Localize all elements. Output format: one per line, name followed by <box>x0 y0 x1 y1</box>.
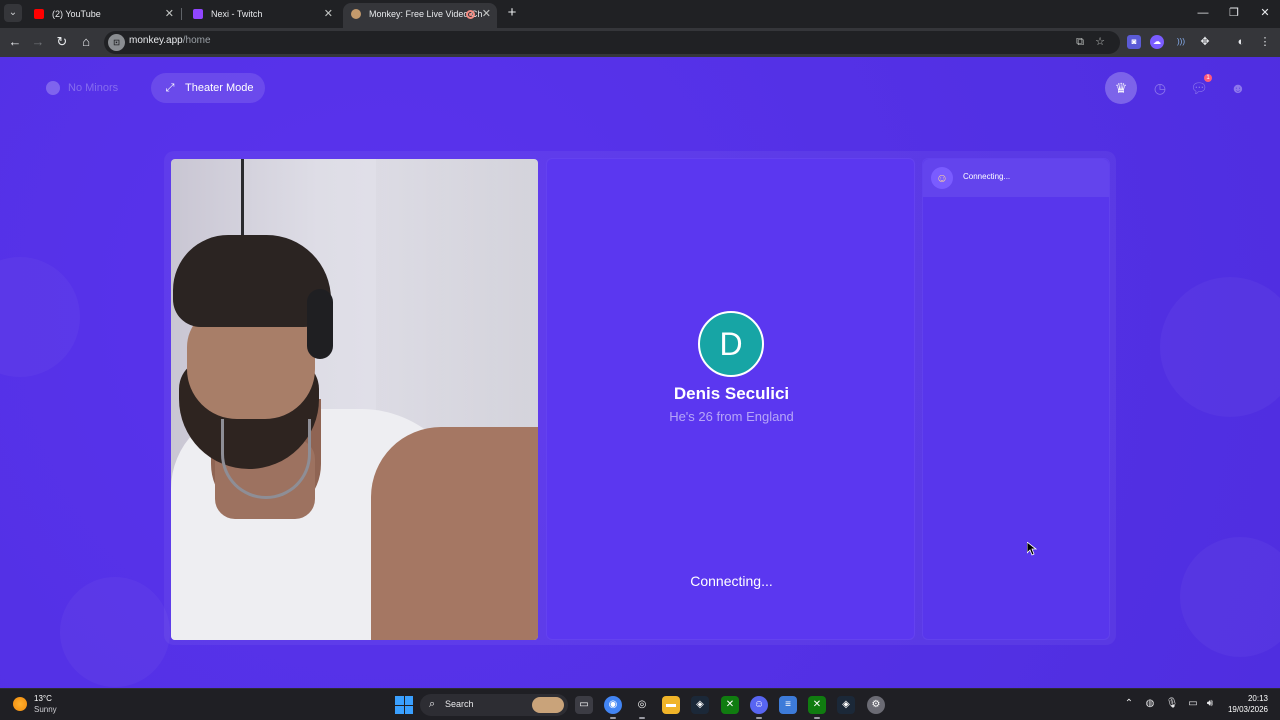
site-info-icon[interactable]: ⊡ <box>108 34 125 51</box>
tab-monkey[interactable]: Monkey: Free Live Video Ch ✕ <box>343 3 497 28</box>
notepad-icon[interactable]: ≡ <box>779 696 797 714</box>
monkey-profile-icon[interactable]: ☻ <box>1222 72 1254 104</box>
windows-taskbar: 13°C Sunny ⌕ Search ▭ ◉ ◎ ▬ ◈ ✕ ☺ ≡ ✕ ◈ … <box>0 688 1280 720</box>
no-minors-toggle[interactable]: No Minors <box>34 73 130 103</box>
sun-weather-icon[interactable] <box>13 697 27 711</box>
settings-gear-icon[interactable]: ⚙ <box>867 696 885 714</box>
cast-icon[interactable]: ⧉ <box>1073 35 1087 49</box>
profile-icon[interactable]: ◐ <box>1234 35 1248 49</box>
remote-user-subtitle: He's 26 from England <box>669 409 794 424</box>
forward-arrow-icon[interactable]: → <box>29 33 47 51</box>
twitch-icon <box>193 9 203 19</box>
history-clock-icon[interactable]: ◷ <box>1144 72 1176 104</box>
extension-audio-icon[interactable]: ))) <box>1174 35 1188 49</box>
youtube-icon <box>34 9 44 19</box>
windows-start-icon[interactable] <box>395 696 413 714</box>
microphone-icon[interactable]: 🎙︎ <box>1165 698 1179 709</box>
menu-kebab-icon[interactable]: ⋮ <box>1258 35 1272 49</box>
mouse-cursor-icon <box>1027 542 1037 556</box>
background-blob <box>60 577 170 687</box>
tray-overflow-chevron-icon[interactable]: ⌃ <box>1122 698 1136 709</box>
steam-app-icon[interactable]: ◈ <box>837 696 855 714</box>
obs-icon[interactable]: ◎ <box>633 696 651 719</box>
xbox-app-icon[interactable]: ✕ <box>808 696 826 719</box>
recording-icon <box>466 10 475 19</box>
tab-title: (2) YouTube <box>52 9 101 19</box>
display-icon[interactable]: ▭ <box>1186 698 1200 709</box>
browser-toolbar: ← → ↻ ⌂ ⊡ monkey.app/home ⧉ ☆ ◙ ☁ ))) ✥ … <box>0 28 1280 57</box>
home-icon[interactable]: ⌂ <box>77 33 95 51</box>
steam-icon[interactable]: ◈ <box>691 696 709 714</box>
clock-time[interactable]: 20:13 <box>1228 694 1268 703</box>
bookmark-star-icon[interactable]: ☆ <box>1093 35 1107 49</box>
search-label: Search <box>445 699 474 709</box>
theater-mode-button[interactable]: ⤢ Theater Mode <box>151 73 266 103</box>
tab-twitch[interactable]: Nexi - Twitch ✕ <box>185 3 339 28</box>
back-arrow-icon[interactable]: ← <box>6 33 24 51</box>
chat-header: ☺ Connecting... <box>923 159 1109 197</box>
search-icon: ⌕ <box>429 698 436 710</box>
minimize-icon[interactable]: — <box>1188 4 1218 22</box>
file-explorer-icon[interactable]: ▬ <box>662 696 680 714</box>
close-icon[interactable]: ✕ <box>482 3 491 25</box>
monkey-avatar-icon: ☺ <box>931 167 953 189</box>
url-text[interactable]: monkey.app/home <box>129 35 211 46</box>
expand-icon: ⤢ <box>165 82 175 94</box>
notification-badge: 1 <box>1204 74 1212 82</box>
monkey-icon <box>351 9 361 19</box>
theater-mode-label: Theater Mode <box>185 82 254 94</box>
local-webcam-video <box>171 159 538 640</box>
weather-temperature[interactable]: 13°C <box>34 694 52 703</box>
no-minors-icon <box>46 81 60 95</box>
extensions-puzzle-icon[interactable]: ✥ <box>1198 35 1212 49</box>
avatar: D <box>698 311 764 377</box>
search-highlight-image <box>532 697 564 713</box>
address-bar[interactable]: ⊡ monkey.app/home ⧉ ☆ <box>104 31 1120 54</box>
background-blob <box>1160 277 1280 417</box>
discord-icon[interactable]: ☺ <box>750 696 768 719</box>
clock-date[interactable]: 19/03/2026 <box>1220 705 1268 714</box>
chat-bubble-icon[interactable]: 💬︎ 1 <box>1183 72 1215 104</box>
xbox-icon[interactable]: ✕ <box>721 696 739 714</box>
no-minors-label: No Minors <box>68 82 119 94</box>
close-icon[interactable]: ✕ <box>165 3 174 25</box>
browser-tab-strip: ⌄ (2) YouTube ✕ Nexi - Twitch ✕ Monkey: … <box>0 0 1280 28</box>
chat-status: Connecting... <box>963 172 1011 181</box>
reload-icon[interactable]: ↻ <box>53 33 71 51</box>
close-icon[interactable]: ✕ <box>324 3 333 25</box>
background-blob <box>0 257 80 377</box>
monkey-app-page: No Minors ⤢ Theater Mode ♛ ◷ 💬︎ 1 ☻ D Den… <box>0 57 1280 688</box>
remote-user-name: Denis Seculici <box>673 384 790 403</box>
taskbar-search[interactable]: ⌕ Search <box>420 694 568 716</box>
weather-condition[interactable]: Sunny <box>34 705 57 714</box>
chat-panel: ☺ Connecting... <box>922 158 1110 640</box>
remote-user-card: D Denis Seculici He's 26 from England Co… <box>546 158 915 640</box>
tab-youtube[interactable]: (2) YouTube ✕ <box>26 3 180 28</box>
extension-cloud-icon[interactable]: ☁ <box>1150 35 1164 49</box>
crown-icon[interactable]: ♛ <box>1105 72 1137 104</box>
task-view-icon[interactable]: ▭ <box>575 696 593 714</box>
background-blob <box>1180 537 1280 657</box>
volume-icon[interactable]: 🔊︎ <box>1203 698 1217 709</box>
connection-status: Connecting... <box>690 573 773 589</box>
tab-title: Nexi - Twitch <box>211 9 263 19</box>
extension-twitch-icon[interactable]: ◙ <box>1127 35 1141 49</box>
tab-separator <box>181 8 182 20</box>
tab-search-chevron-icon[interactable]: ⌄ <box>4 4 22 22</box>
tray-app-icon[interactable]: ◍ <box>1143 698 1157 709</box>
restore-icon[interactable]: ❐ <box>1219 4 1249 22</box>
new-tab-button[interactable]: + <box>504 4 520 22</box>
chrome-icon[interactable]: ◉ <box>604 696 622 719</box>
window-close-icon[interactable]: ✕ <box>1250 4 1280 22</box>
